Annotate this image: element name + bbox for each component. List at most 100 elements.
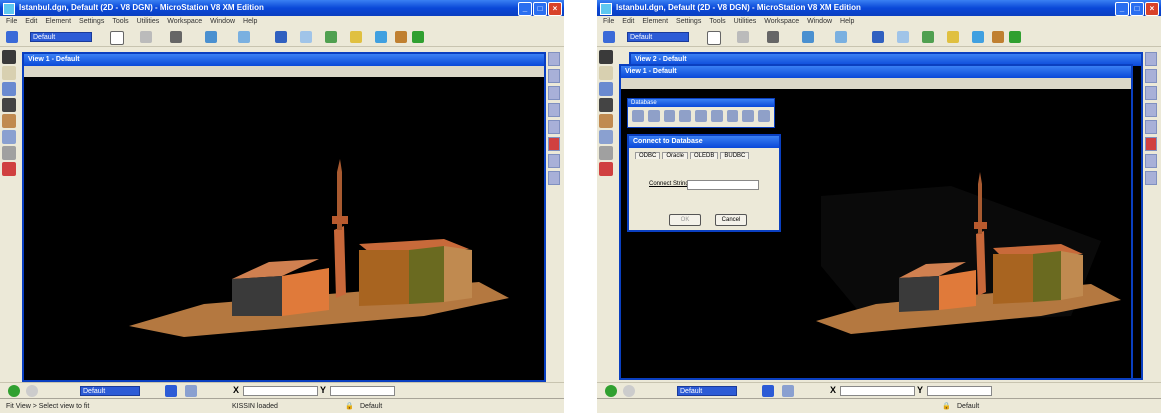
menu-edit[interactable]: Edit [25, 16, 37, 28]
active-level-select[interactable]: Default [80, 386, 140, 396]
x-coordinate-field[interactable] [243, 386, 318, 396]
menu-help[interactable]: Help [840, 16, 854, 28]
tool-icon-1[interactable] [1145, 52, 1157, 66]
tool-icon-5[interactable] [1145, 120, 1157, 134]
play-icon[interactable] [8, 385, 20, 397]
group-icon[interactable] [2, 146, 16, 160]
detach-icon[interactable] [726, 110, 739, 122]
locks-icon[interactable] [350, 31, 362, 43]
lock-icon[interactable] [623, 385, 635, 397]
tool-icon-7[interactable] [548, 154, 560, 168]
menu-tools[interactable]: Tools [709, 16, 725, 28]
active-level-select[interactable]: Default [677, 386, 737, 396]
tool-icon-5[interactable] [548, 120, 560, 134]
tab-oledb[interactable]: OLEDB [690, 152, 719, 159]
menu-workspace[interactable]: Workspace [764, 16, 799, 28]
tool-icon-8[interactable] [1145, 171, 1157, 185]
group-icon[interactable] [599, 146, 613, 160]
menu-workspace[interactable]: Workspace [167, 16, 202, 28]
tool-icon-8[interactable] [548, 171, 560, 185]
element-info-icon[interactable] [395, 31, 407, 43]
level-manager-icon[interactable] [603, 31, 615, 43]
menu-file[interactable]: File [603, 16, 614, 28]
menu-window[interactable]: Window [210, 16, 235, 28]
element-template-icon[interactable] [205, 31, 217, 43]
place-shape-icon[interactable] [599, 98, 613, 112]
text-icon[interactable] [1145, 137, 1157, 151]
snap-icon[interactable] [782, 385, 794, 397]
primary-tools-icon[interactable] [872, 31, 884, 43]
place-line-icon[interactable] [599, 82, 613, 96]
place-line-icon[interactable] [2, 82, 16, 96]
review-icon[interactable] [695, 110, 707, 122]
y-coordinate-field[interactable] [330, 386, 395, 396]
move-icon[interactable] [599, 114, 613, 128]
fence-icon[interactable] [2, 66, 16, 80]
delete-icon[interactable] [599, 162, 613, 176]
minimize-button[interactable]: _ [1115, 2, 1129, 16]
modify-icon[interactable] [2, 130, 16, 144]
line-weight-icon[interactable] [170, 31, 182, 43]
color-icon[interactable] [110, 31, 124, 45]
tool-icon-2[interactable] [1145, 69, 1157, 83]
place-shape-icon[interactable] [2, 98, 16, 112]
task-icon[interactable] [1009, 31, 1021, 43]
element-info-icon[interactable] [992, 31, 1004, 43]
transparency-icon[interactable] [238, 31, 250, 43]
lock-icon[interactable] [26, 385, 38, 397]
accudraw-icon[interactable] [300, 31, 312, 43]
modify-icon[interactable] [599, 130, 613, 144]
snaps-icon[interactable] [922, 31, 934, 43]
snap-icon[interactable] [185, 385, 197, 397]
help-icon[interactable] [375, 31, 387, 43]
connect-icon[interactable] [632, 110, 644, 122]
line-style-icon[interactable] [737, 31, 749, 43]
tool-icon-4[interactable] [1145, 103, 1157, 117]
menu-file[interactable]: File [6, 16, 17, 28]
line-weight-icon[interactable] [767, 31, 779, 43]
accudraw-icon[interactable] [897, 31, 909, 43]
text-icon[interactable] [548, 137, 560, 151]
task-icon[interactable] [412, 31, 424, 43]
maximize-button[interactable]: □ [533, 2, 547, 16]
menu-settings[interactable]: Settings [79, 16, 104, 28]
snaps-icon[interactable] [325, 31, 337, 43]
menu-edit[interactable]: Edit [622, 16, 634, 28]
primary-tools-icon[interactable] [275, 31, 287, 43]
menu-help[interactable]: Help [243, 16, 257, 28]
tool-icon-3[interactable] [1145, 86, 1157, 100]
ok-button[interactable]: OK [669, 214, 701, 226]
menu-element[interactable]: Element [642, 16, 668, 28]
transparency-icon[interactable] [835, 31, 847, 43]
tool-icon-7[interactable] [1145, 154, 1157, 168]
tool-icon-2[interactable] [548, 69, 560, 83]
grid-icon[interactable] [165, 385, 177, 397]
menu-window[interactable]: Window [807, 16, 832, 28]
locks-icon[interactable] [947, 31, 959, 43]
line-style-icon[interactable] [140, 31, 152, 43]
tab-oracle[interactable]: Oracle [662, 152, 689, 159]
view-1-window[interactable]: View 1 - Default [22, 52, 546, 382]
close-button[interactable]: × [1145, 2, 1159, 16]
form-icon[interactable] [663, 110, 676, 122]
menu-settings[interactable]: Settings [676, 16, 701, 28]
close-button[interactable]: × [548, 2, 562, 16]
level-manager-icon[interactable] [6, 31, 18, 43]
menu-element[interactable]: Element [45, 16, 71, 28]
link-icon[interactable] [742, 110, 755, 122]
menu-tools[interactable]: Tools [112, 16, 128, 28]
level-select[interactable]: Default [627, 32, 689, 42]
grid-icon[interactable] [762, 385, 774, 397]
tab-budbc[interactable]: BUDBC [720, 152, 750, 159]
maximize-button[interactable]: □ [1130, 2, 1144, 16]
x-coordinate-field[interactable] [840, 386, 915, 396]
delete-icon[interactable] [2, 162, 16, 176]
help-icon[interactable] [972, 31, 984, 43]
move-icon[interactable] [2, 114, 16, 128]
disconnect-icon[interactable] [647, 110, 660, 122]
attach-icon[interactable] [710, 110, 723, 122]
select-element-icon[interactable] [599, 50, 613, 64]
menu-utilities[interactable]: Utilities [734, 16, 757, 28]
tab-odbc[interactable]: ODBC [635, 152, 661, 159]
close-icon[interactable] [758, 110, 771, 122]
